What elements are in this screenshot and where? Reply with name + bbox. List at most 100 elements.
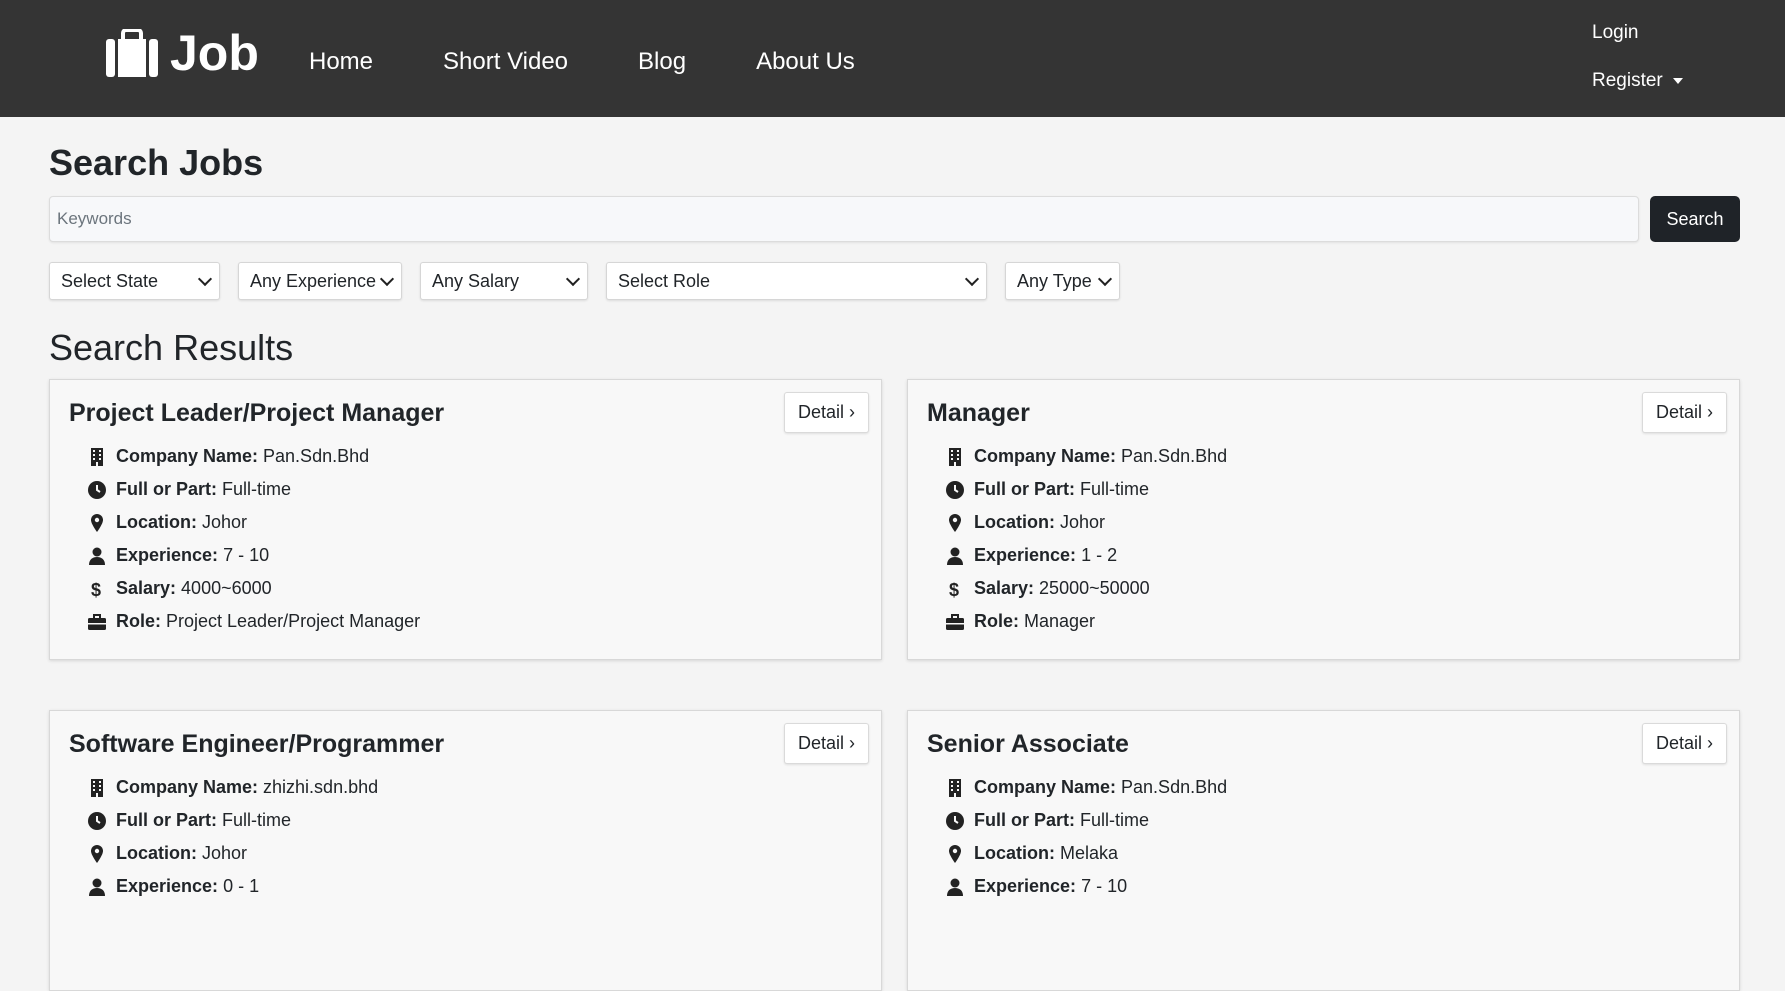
register-label: Register (1592, 70, 1663, 91)
detail-button[interactable]: Detail › (1641, 392, 1727, 433)
company-label: Company Name: (116, 446, 259, 466)
brand-logo[interactable]: Job (106, 28, 259, 78)
search-bar: Search (49, 196, 1740, 242)
job-title: Senior Associate (927, 730, 1129, 758)
role-select[interactable]: Select Role (606, 262, 987, 300)
building-icon (91, 447, 103, 466)
role-row: Role: Project Leader/Project Manager (88, 605, 420, 638)
briefcase-icon (946, 613, 964, 630)
clock-icon (946, 480, 964, 499)
company-value: Pan.Sdn.Bhd (1121, 446, 1228, 466)
salary-row: $ Salary: 25000~50000 (946, 572, 1227, 605)
nav-short-video[interactable]: Short Video (443, 48, 568, 76)
experience-select-value: Any Experience (250, 270, 377, 291)
experience-row: Experience: 0 - 1 (88, 870, 378, 903)
job-title: Manager (927, 399, 1030, 427)
job-fields: Company Name: Pan.Sdn.Bhd Full or Part: Fu… (88, 440, 420, 638)
login-link[interactable]: Login (1592, 20, 1683, 46)
map-pin-icon (91, 513, 103, 532)
user-icon (947, 547, 963, 565)
dollar-icon: $ (949, 580, 959, 598)
location-label: Location: (974, 843, 1055, 863)
location-value: Johor (1060, 512, 1106, 532)
user-icon (89, 878, 105, 896)
location-row: Location: Johor (946, 506, 1227, 539)
job-title: Project Leader/Project Manager (69, 399, 445, 427)
experience-value: 7 - 10 (1081, 876, 1128, 896)
type-value: Full-time (222, 810, 292, 830)
company-value: Pan.Sdn.Bhd (1121, 777, 1228, 797)
keywords-input[interactable] (49, 196, 1639, 242)
detail-button[interactable]: Detail › (1641, 723, 1727, 764)
type-label: Full or Part: (974, 810, 1076, 830)
experience-label: Experience: (974, 545, 1077, 565)
type-select[interactable]: Any Type (1005, 262, 1120, 300)
type-row: Full or Part: Full-time (946, 804, 1227, 837)
main-content: Search Jobs Search Select State Any Expe… (49, 117, 1740, 991)
experience-row: Experience: 7 - 10 (88, 539, 420, 572)
salary-select-value: Any Salary (432, 270, 520, 291)
map-pin-icon (949, 844, 961, 863)
company-row: Company Name: Pan.Sdn.Bhd (946, 440, 1227, 473)
experience-row: Experience: 7 - 10 (946, 870, 1227, 903)
dollar-icon: $ (91, 580, 101, 598)
nav-home[interactable]: Home (309, 48, 373, 76)
clock-icon (946, 811, 964, 830)
detail-button[interactable]: Detail › (783, 392, 869, 433)
search-button[interactable]: Search (1650, 196, 1740, 242)
nav-about-us[interactable]: About Us (756, 48, 855, 76)
navbar: Job Home Short Video Blog About Us Login… (0, 0, 1785, 117)
type-value: Full-time (1080, 810, 1150, 830)
type-label: Full or Part: (116, 810, 218, 830)
chevron-down-icon (964, 271, 980, 286)
salary-select[interactable]: Any Salary (420, 262, 588, 300)
type-label: Full or Part: (974, 479, 1076, 499)
user-icon (947, 878, 963, 896)
role-value: Project Leader/Project Manager (166, 611, 421, 631)
salary-value: 25000~50000 (1039, 578, 1150, 598)
type-value: Full-time (222, 479, 292, 499)
job-fields: Company Name: Pan.Sdn.Bhd Full or Part: Fu… (946, 771, 1227, 903)
experience-label: Experience: (116, 545, 219, 565)
company-label: Company Name: (974, 446, 1117, 466)
location-value: Johor (202, 843, 248, 863)
building-icon (949, 778, 961, 797)
role-value: Manager (1024, 611, 1096, 631)
location-value: Melaka (1060, 843, 1119, 863)
briefcase-icon (88, 613, 106, 630)
job-card: Project Leader/Project Manager Detail › … (49, 379, 882, 660)
company-row: Company Name: Pan.Sdn.Bhd (946, 771, 1227, 804)
clock-icon (88, 480, 106, 499)
nav-blog[interactable]: Blog (638, 48, 686, 76)
type-row: Full or Part: Full-time (88, 473, 420, 506)
role-row: Role: Manager (946, 605, 1227, 638)
salary-row: $ Salary: 4000~6000 (88, 572, 420, 605)
salary-label: Salary: (974, 578, 1035, 598)
role-select-value: Select Role (618, 270, 711, 291)
role-label: Role: (974, 611, 1019, 631)
job-title: Software Engineer/Programmer (69, 730, 445, 758)
filter-bar: Select State Any Experience Any Salary S… (49, 262, 1740, 300)
state-select-value: Select State (61, 270, 159, 291)
company-label: Company Name: (974, 777, 1117, 797)
experience-label: Experience: (974, 876, 1077, 896)
location-row: Location: Johor (88, 837, 378, 870)
location-value: Johor (202, 512, 248, 532)
location-label: Location: (116, 843, 197, 863)
register-dropdown[interactable]: Register (1592, 68, 1683, 94)
map-pin-icon (949, 513, 961, 532)
state-select[interactable]: Select State (49, 262, 220, 300)
briefcase-icon (106, 29, 158, 77)
job-card: Software Engineer/Programmer Detail › Co… (49, 710, 882, 991)
brand-name: Job (170, 25, 259, 81)
page-title: Search Jobs (49, 142, 264, 183)
chevron-down-icon (565, 271, 581, 286)
experience-value: 7 - 10 (223, 545, 270, 565)
experience-row: Experience: 1 - 2 (946, 539, 1227, 572)
detail-button[interactable]: Detail › (783, 723, 869, 764)
results-title: Search Results (49, 327, 294, 368)
salary-value: 4000~6000 (181, 578, 272, 598)
chevron-down-icon (197, 271, 213, 286)
account-nav: Login Register (1592, 20, 1683, 94)
experience-select[interactable]: Any Experience (238, 262, 402, 300)
